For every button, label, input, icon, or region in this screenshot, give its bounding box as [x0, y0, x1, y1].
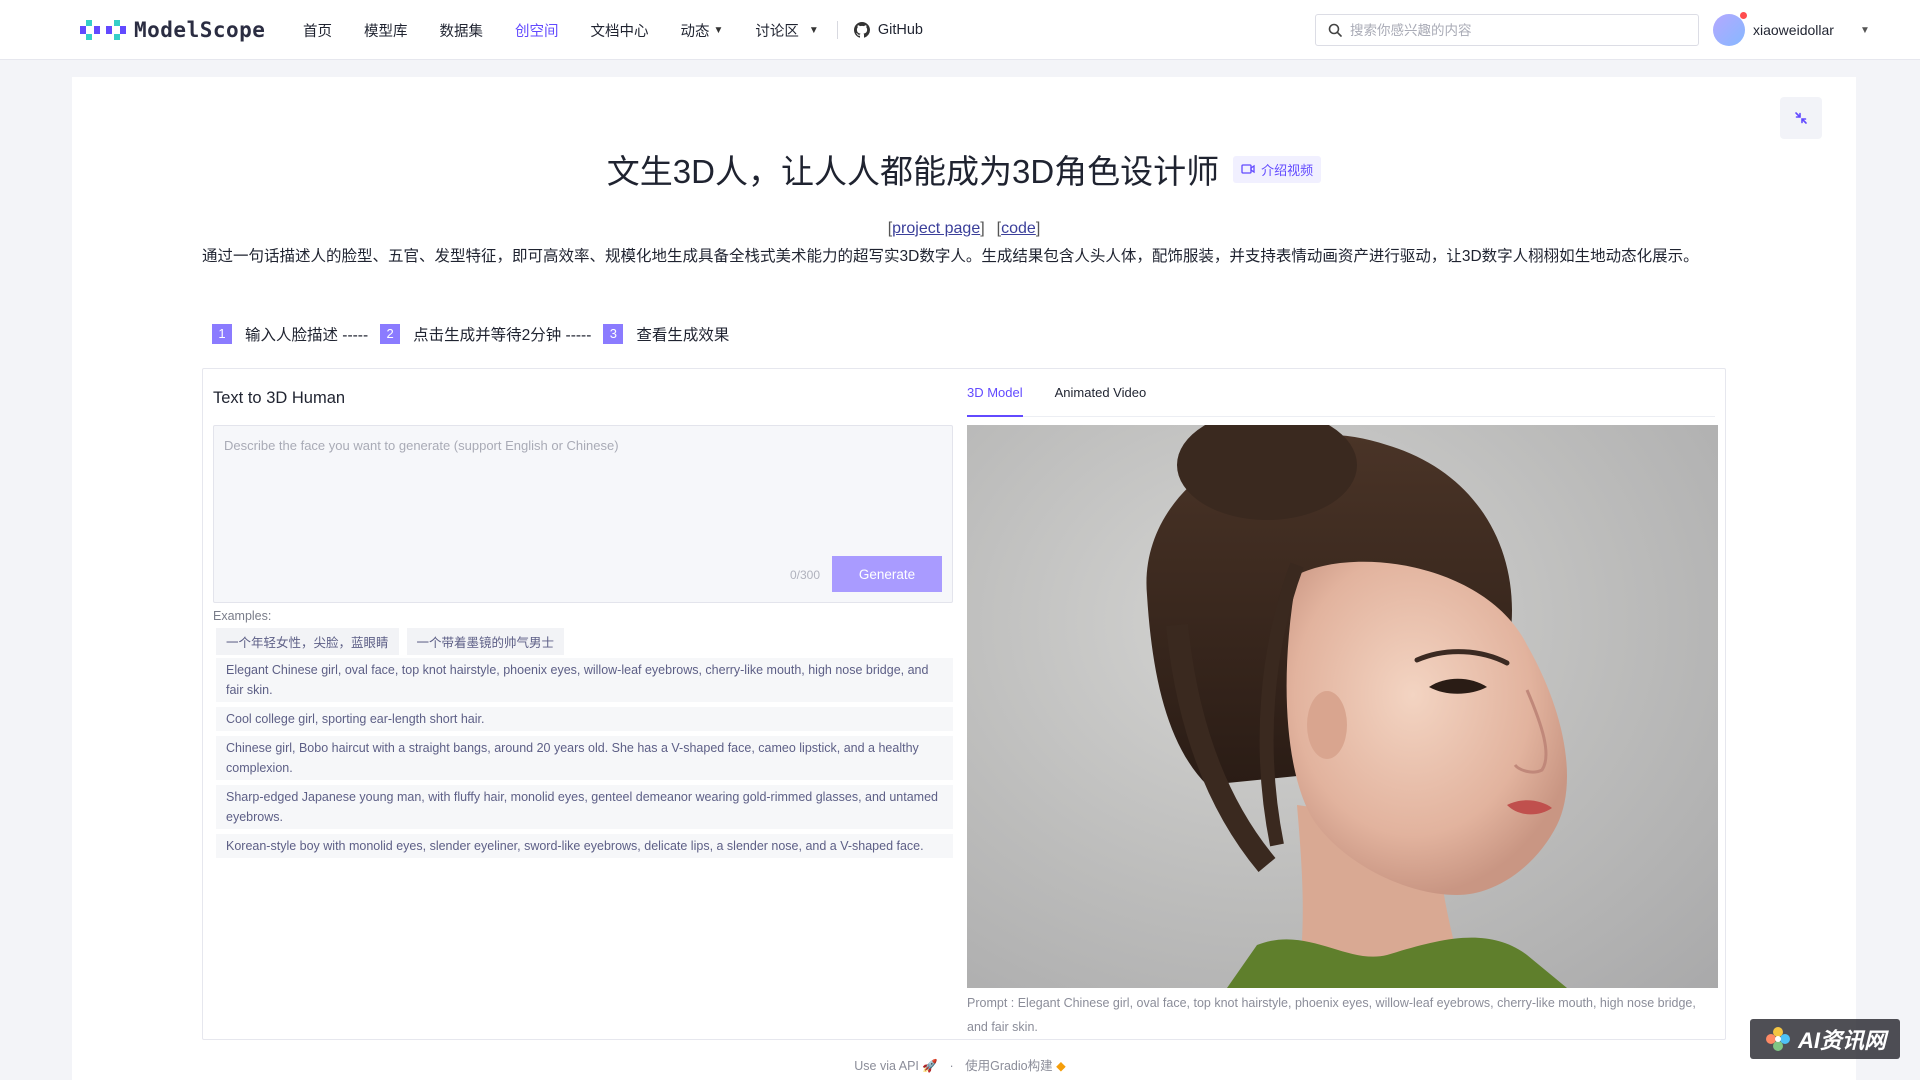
nav-label: 动态 — [680, 23, 710, 40]
example-chip[interactable]: 一个年轻女性，尖脸，蓝眼睛 — [216, 628, 399, 655]
page-title: 文生3D人，让人人都能成为3D角色设计师 介绍视频 — [72, 145, 1856, 193]
footer: Use via API 🚀 · 使用Gradio构建 ◆ — [0, 1055, 1920, 1074]
gradio-app: Text to 3D Human 0/300 Generate Examples… — [202, 368, 1726, 1040]
3d-model-viewer[interactable] — [967, 425, 1718, 988]
modelscope-logo-icon — [80, 20, 126, 40]
description: 通过一句话描述人的脸型、五官、发型特征，即可高效率、规模化地生成具备全栈式美术能… — [202, 248, 1699, 265]
example-item[interactable]: Cool college girl, sporting ear-length s… — [216, 707, 953, 731]
output-tabs: 3D Model Animated Video — [967, 369, 1715, 417]
search-box[interactable] — [1315, 14, 1699, 46]
steps: 1 输入人脸描述 ----- 2 点击生成并等待2分钟 ----- 3 查看生成… — [212, 323, 741, 345]
api-label: Use via API — [854, 1059, 919, 1073]
watermark-text: AI资讯网 — [1797, 1028, 1886, 1053]
nav-item-models[interactable]: 模型库 — [364, 20, 408, 41]
tab-animated-video[interactable]: Animated Video — [1055, 369, 1147, 417]
brand-name: ModelScope — [134, 18, 266, 42]
gradio-icon: ◆ — [1056, 1059, 1066, 1073]
top-navigation: ModelScope 首页 模型库 数据集 创空间 文档中心 动态 ▼ 讨论区 … — [0, 0, 1920, 60]
caret-down-icon: ▼ — [808, 24, 819, 36]
collapse-button[interactable] — [1780, 97, 1822, 139]
search-input[interactable] — [1350, 22, 1680, 38]
collapse-icon — [1795, 112, 1807, 124]
gradio-link[interactable]: 使用Gradio构建 ◆ — [965, 1059, 1066, 1073]
prompt-area: 0/300 Generate — [213, 425, 953, 603]
nav-label: 首页 — [303, 23, 332, 40]
intro-video-button[interactable]: 介绍视频 — [1233, 155, 1322, 183]
main-card: 文生3D人，让人人都能成为3D角色设计师 介绍视频 [project page]… — [72, 77, 1856, 1080]
generate-button[interactable]: Generate — [832, 556, 942, 592]
step-text: 输入人脸描述 ----- — [245, 327, 369, 344]
project-page-link[interactable]: project page — [892, 220, 980, 237]
rendered-human-image — [1146, 425, 1567, 988]
nav-item-news[interactable]: 动态 ▼ — [681, 20, 724, 41]
main-nav: 首页 模型库 数据集 创空间 文档中心 动态 ▼ 讨论区 ▼ GitHub — [303, 0, 955, 60]
step-badge: 1 — [212, 324, 232, 344]
nav-item-studios[interactable]: 创空间 — [515, 20, 559, 41]
intro-video-label: 介绍视频 — [1261, 162, 1314, 178]
nav-divider — [836, 21, 838, 39]
project-links: [project page] [code] — [887, 220, 1041, 237]
example-list: Elegant Chinese girl, oval face, top kno… — [216, 658, 953, 858]
rocket-icon: 🚀 — [922, 1059, 938, 1073]
input-panel: Text to 3D Human 0/300 Generate Examples… — [213, 369, 953, 1039]
code-link[interactable]: code — [1001, 220, 1036, 237]
nav-item-forum[interactable]: 讨论区 ▼ — [755, 20, 818, 41]
tab-3d-model[interactable]: 3D Model — [967, 369, 1023, 417]
nav-item-home[interactable]: 首页 — [303, 20, 332, 41]
step-badge: 2 — [380, 324, 401, 344]
nav-item-docs[interactable]: 文档中心 — [591, 20, 649, 41]
watermark: AI资讯网 — [1750, 1019, 1900, 1059]
block-label: Text to 3D Human — [213, 389, 346, 407]
video-icon — [1241, 164, 1255, 174]
nav-label: 模型库 — [364, 23, 408, 40]
use-api-link[interactable]: Use via API 🚀 — [854, 1059, 938, 1073]
username: xiaoweidollar — [1753, 22, 1834, 38]
example-item[interactable]: Chinese girl, Bobo haircut with a straig… — [216, 736, 953, 780]
step-text: 点击生成并等待2分钟 ----- — [413, 327, 592, 344]
prompt-caption: Prompt : Elegant Chinese girl, oval face… — [967, 996, 1696, 1034]
notification-dot — [1740, 12, 1747, 19]
nav-label: 讨论区 — [755, 23, 799, 40]
nav-item-datasets[interactable]: 数据集 — [440, 20, 484, 41]
flower-logo-icon — [1765, 1027, 1790, 1051]
nav-label: 创空间 — [515, 23, 559, 40]
avatar[interactable] — [1713, 12, 1747, 46]
output-panel: 3D Model Animated Video Prompt: Elegant… — [963, 369, 1718, 1039]
example-item[interactable]: Korean-style boy with monolid eyes, slen… — [216, 834, 953, 858]
char-count: 0/300 — [789, 568, 820, 582]
nav-label: 数据集 — [439, 23, 484, 40]
caret-down-icon: ▼ — [713, 24, 724, 36]
example-chips: 一个年轻女性，尖脸，蓝眼睛 一个带着墨镜的帅气男士 — [216, 628, 565, 655]
user-menu[interactable]: xiaoweidollar ▼ — [1713, 12, 1870, 47]
step-text: 查看生成效果 — [636, 327, 730, 344]
example-item[interactable]: Sharp-edged Japanese young man, with flu… — [216, 785, 953, 829]
examples-label: Examples: — [213, 609, 272, 623]
example-item[interactable]: Elegant Chinese girl, oval face, top kno… — [216, 658, 953, 702]
gradio-label: 使用Gradio构建 — [965, 1059, 1053, 1073]
page-title-text: 文生3D人，让人人都能成为3D角色设计师 — [606, 153, 1220, 190]
example-chip[interactable]: 一个带着墨镜的帅气男士 — [406, 628, 565, 655]
github-icon — [853, 22, 870, 38]
nav-item-github[interactable]: GitHub — [853, 22, 923, 38]
step-badge: 3 — [603, 324, 624, 344]
separator: · — [949, 1059, 954, 1073]
github-label: GitHub — [877, 22, 923, 38]
logo[interactable]: ModelScope — [80, 16, 265, 44]
search-icon — [1328, 23, 1342, 37]
chevron-down-icon[interactable]: ▼ — [1860, 25, 1870, 36]
nav-label: 文档中心 — [590, 23, 649, 40]
